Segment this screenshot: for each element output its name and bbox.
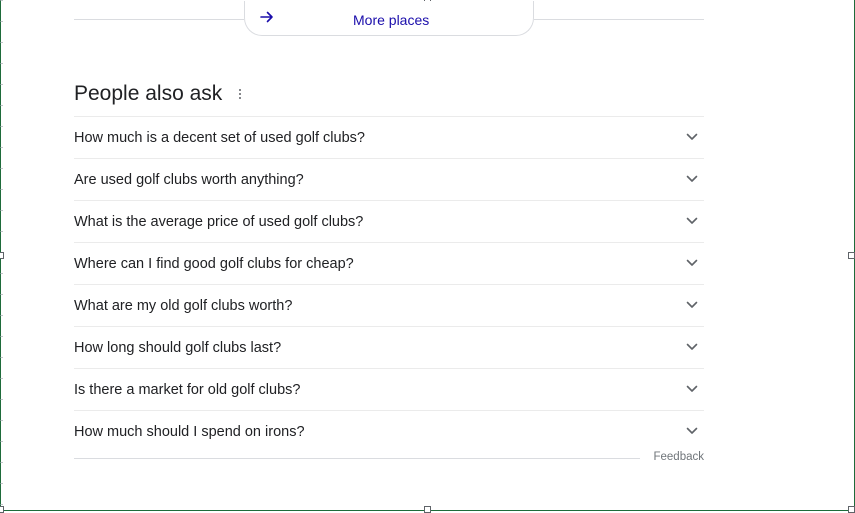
- question-row[interactable]: How much should I spend on irons?: [74, 411, 704, 452]
- chevron-down-icon: [686, 259, 698, 266]
- chevron-down-icon: [686, 385, 698, 392]
- more-vert-icon[interactable]: [234, 86, 246, 104]
- arrow-right-icon: [260, 11, 273, 23]
- feedback-link[interactable]: Feedback: [653, 451, 704, 463]
- chevron-down-icon: [686, 343, 698, 350]
- chevron-down-icon: [686, 427, 698, 434]
- more-places-row: More places: [74, 0, 704, 38]
- chevron-down-icon: [686, 301, 698, 308]
- question-text: What are my old golf clubs worth?: [74, 298, 293, 314]
- question-text: Are used golf clubs worth anything?: [74, 172, 304, 188]
- question-text: How much should I spend on irons?: [74, 424, 305, 440]
- questions-list: How much is a decent set of used golf cl…: [74, 116, 704, 452]
- question-text: Where can I find good golf clubs for che…: [74, 256, 354, 272]
- question-text: How long should golf clubs last?: [74, 340, 282, 356]
- divider: [74, 458, 640, 459]
- chevron-down-icon: [686, 133, 698, 140]
- chevron-down-icon: [686, 217, 698, 224]
- people-also-ask-header: People also ask: [74, 82, 704, 110]
- question-row[interactable]: Where can I find good golf clubs for che…: [74, 243, 704, 285]
- more-places-button[interactable]: More places: [244, 1, 534, 36]
- people-also-ask-footer: Feedback: [74, 449, 704, 467]
- resize-handle-left[interactable]: [0, 252, 4, 259]
- divider: [74, 19, 244, 20]
- chevron-down-icon: [686, 175, 698, 182]
- question-row[interactable]: What are my old golf clubs worth?: [74, 285, 704, 327]
- divider: [534, 19, 704, 20]
- question-row[interactable]: What is the average price of used golf c…: [74, 201, 704, 243]
- question-text: Is there a market for old golf clubs?: [74, 382, 301, 398]
- people-also-ask-title: People also ask: [74, 82, 223, 105]
- resize-handle-right[interactable]: [848, 252, 855, 259]
- question-text: How much is a decent set of used golf cl…: [74, 130, 365, 146]
- question-row[interactable]: How much is a decent set of used golf cl…: [74, 117, 704, 159]
- question-text: What is the average price of used golf c…: [74, 214, 364, 230]
- question-row[interactable]: Are used golf clubs worth anything?: [74, 159, 704, 201]
- question-row[interactable]: How long should golf clubs last?: [74, 327, 704, 369]
- question-row[interactable]: Is there a market for old golf clubs?: [74, 369, 704, 411]
- more-places-label: More places: [353, 12, 430, 28]
